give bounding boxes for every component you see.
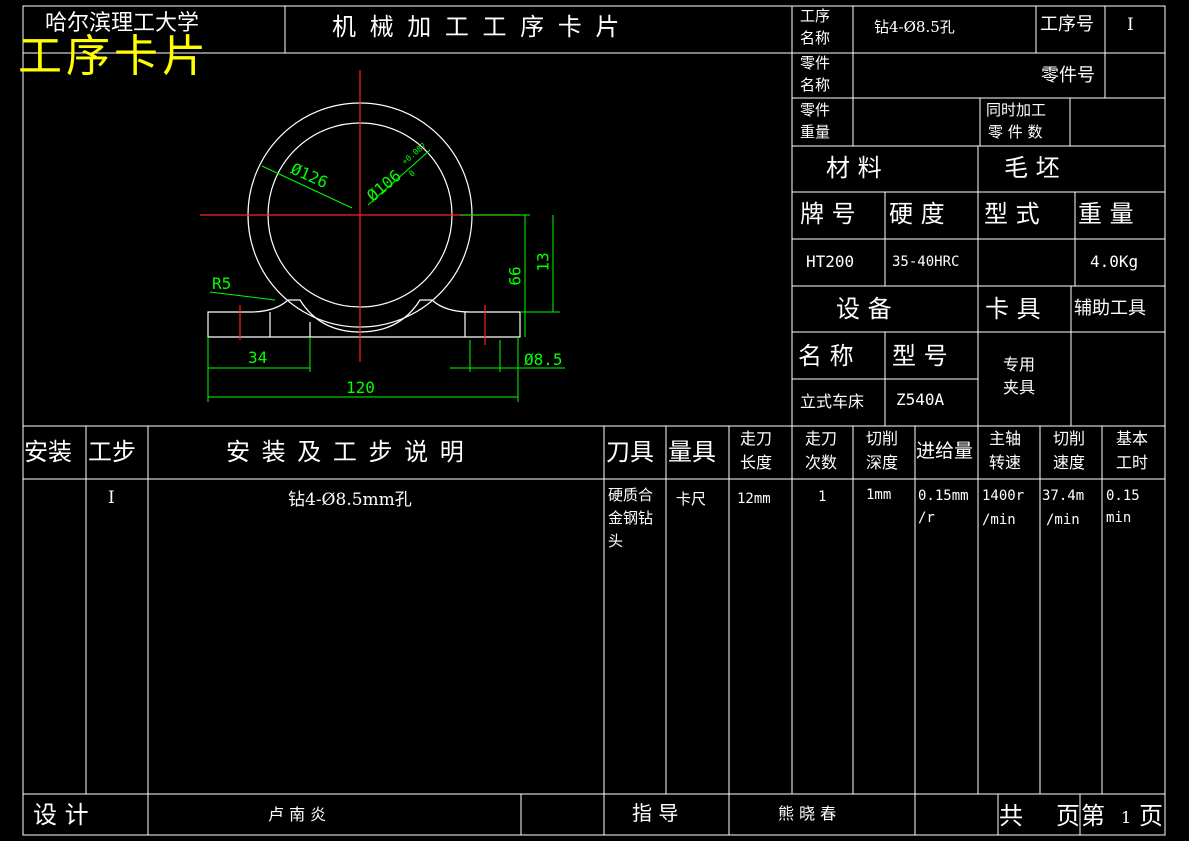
designer-name: 卢 南 炎	[268, 805, 327, 824]
grade-value: HT200	[806, 252, 855, 271]
dim-66: 66	[505, 266, 525, 286]
process-name-label-2: 名称	[800, 29, 831, 47]
material-label: 材 料	[826, 154, 882, 182]
row-speed-2: /min	[1046, 512, 1080, 528]
header-stroke-length-1: 走刀	[740, 429, 773, 448]
row-feed-1: 0.15mm	[918, 488, 969, 504]
fixture-value-2: 夹具	[1003, 378, 1036, 397]
dim-120: 120	[346, 378, 375, 397]
form-label: 型 式	[984, 200, 1040, 228]
dim-hole-diameter: Ø8.5	[524, 350, 563, 369]
header-tool: 刀具	[606, 438, 654, 466]
part-weight-label-2: 重量	[800, 123, 831, 141]
header-stroke-count-1: 走刀	[805, 429, 838, 448]
header-gauge: 量具	[668, 438, 716, 466]
header-basic-time-1: 基本	[1116, 429, 1149, 448]
header-feed: 进给量	[916, 440, 974, 462]
row-speed-1: 37.4m	[1042, 488, 1085, 504]
row-description: 钻4-Ø8.5mm孔	[288, 490, 412, 510]
process-name-value: 钻4-Ø8.5孔	[874, 18, 955, 36]
dim-34: 34	[248, 348, 268, 367]
dim-13: 13	[533, 252, 553, 272]
overlay-title: 工序卡片	[18, 31, 210, 82]
header-depth-1: 切削	[866, 429, 899, 448]
header-speed-1: 切削	[1053, 429, 1086, 448]
process-name-label-1: 工序	[800, 7, 831, 25]
simul-label-2: 零 件 数	[988, 123, 1043, 141]
guide-label: 指 导	[632, 801, 679, 825]
weight-value: 4.0Kg	[1090, 252, 1139, 271]
part-weight-label-1: 零件	[800, 101, 831, 119]
name-value: 立式车床	[800, 392, 865, 411]
model-value: Z540A	[896, 390, 945, 409]
hardness-label: 硬 度	[889, 200, 945, 228]
part-name-label-2: 名称	[800, 76, 831, 94]
header-stroke-length-2: 长度	[740, 453, 773, 472]
header-basic-time-2: 工时	[1116, 453, 1149, 472]
header-stroke-count-2: 次数	[805, 453, 838, 472]
row-step: I	[108, 488, 115, 508]
fixture-value-1: 专用	[1003, 355, 1036, 374]
total-label: 共	[999, 802, 1023, 830]
header-description: 安 装 及 工 步 说 明	[226, 438, 466, 466]
design-label: 设 计	[33, 801, 89, 829]
row-time-1: 0.15	[1106, 488, 1140, 504]
grade-label: 牌 号	[800, 200, 856, 228]
row-spindle-1: 1400r	[982, 488, 1025, 504]
model-label: 型 号	[892, 342, 948, 370]
simul-label-1: 同时加工	[986, 101, 1047, 119]
name-label: 名 称	[798, 342, 854, 370]
part-name-label-1: 零件	[800, 54, 831, 72]
row-feed-2: /r	[918, 510, 935, 526]
page-no-label: 第	[1081, 802, 1105, 830]
card-title: 机 械 加 工 工 序 卡 片	[332, 13, 623, 41]
aux-tool-label: 辅助工具	[1074, 298, 1146, 319]
header-spindle-1: 主轴	[989, 429, 1022, 448]
part-no-label: 零件号	[1041, 65, 1095, 86]
row-tool-1: 硬质合	[608, 486, 654, 504]
row-spindle-2: /min	[982, 512, 1016, 528]
row-stroke-length: 12mm	[737, 491, 771, 507]
process-no-value: I	[1127, 15, 1134, 35]
hardness-value: 35-40HRC	[892, 254, 960, 270]
row-tool-3: 头	[608, 532, 624, 550]
header-spindle-2: 转速	[989, 453, 1022, 472]
header-depth-2: 深度	[866, 453, 899, 472]
row-gauge: 卡尺	[676, 490, 707, 508]
pages-label: 页	[1056, 802, 1080, 830]
blank-label: 毛 坯	[1004, 154, 1060, 182]
header-speed-2: 速度	[1053, 453, 1086, 472]
header-step: 工步	[88, 438, 136, 466]
row-depth: 1mm	[866, 487, 892, 503]
dim-radius: R5	[212, 274, 232, 293]
page-label: 页	[1139, 802, 1163, 830]
fixture-label: 卡 具	[985, 295, 1041, 323]
row-stroke-count: 1	[818, 489, 827, 505]
weight-label: 重 量	[1078, 200, 1134, 228]
row-tool-2: 金钢钻	[608, 509, 654, 527]
guide-name: 熊 晓 春	[778, 804, 837, 823]
equipment-label: 设 备	[836, 295, 892, 323]
row-time-2: min	[1106, 510, 1132, 526]
process-no-label: 工序号	[1040, 14, 1094, 35]
header-install: 安装	[24, 438, 72, 466]
page-no: 1	[1121, 808, 1132, 827]
